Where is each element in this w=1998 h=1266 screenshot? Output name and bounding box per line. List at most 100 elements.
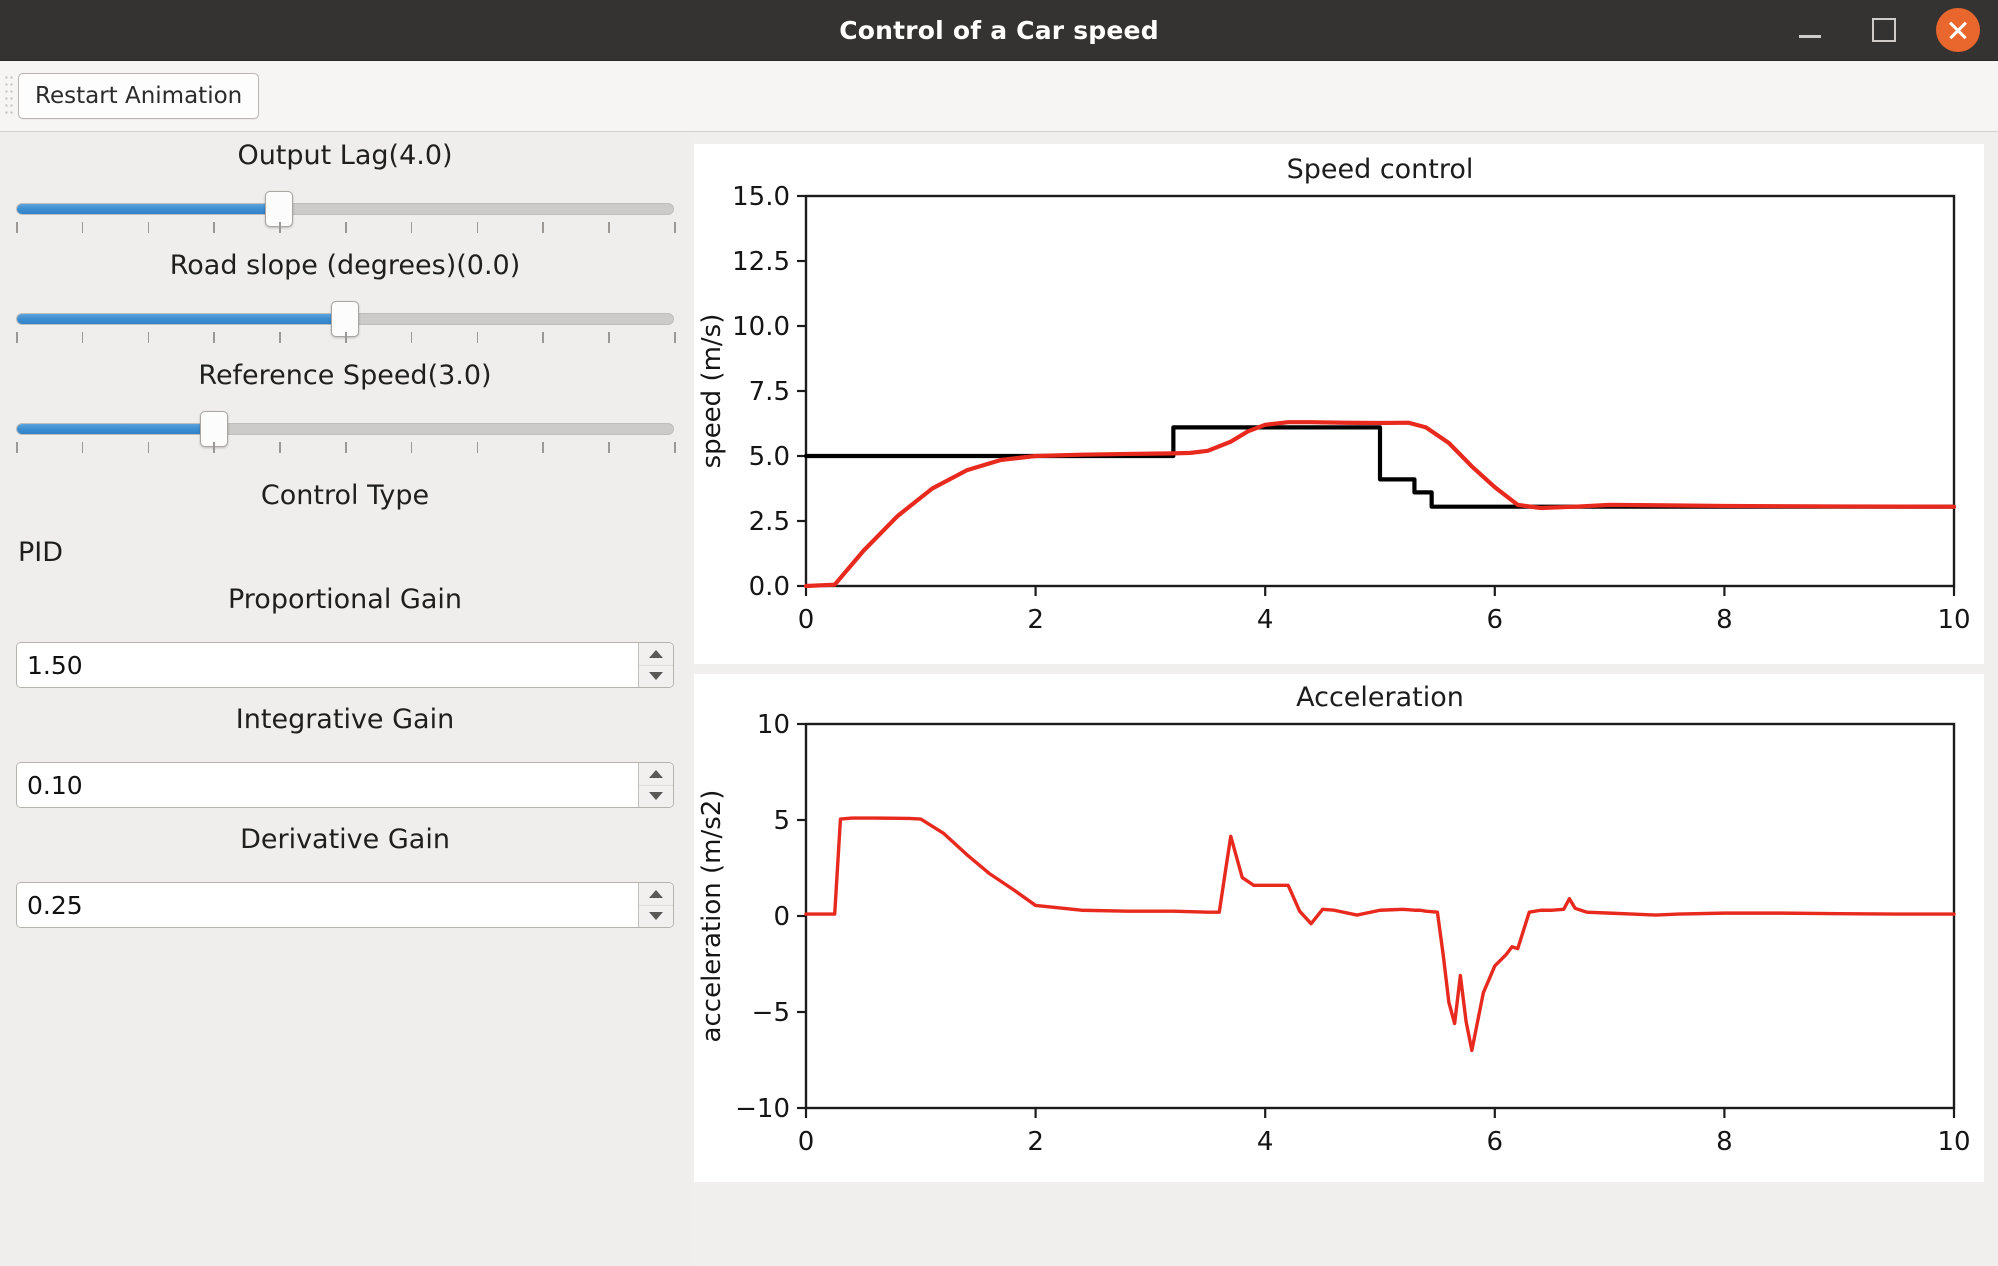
control-type-value[interactable]: PID — [16, 537, 674, 568]
chevron-up-icon — [649, 769, 663, 778]
x-tick-label: 4 — [1257, 1127, 1274, 1157]
proportional-gain-label: Proportional Gain — [227, 584, 463, 615]
integrative-gain-increment-button[interactable] — [639, 763, 673, 786]
derivative-gain-input[interactable]: 0.25 — [17, 883, 638, 927]
integrative-gain-spinbox[interactable]: 0.10 — [16, 762, 674, 808]
series-acceleration — [804, 816, 1956, 1053]
slider-tick — [476, 332, 479, 343]
derivative-gain-stepper — [638, 883, 673, 927]
slider-tick — [16, 332, 18, 343]
derivative-gain-decrement-button[interactable] — [639, 906, 673, 928]
road-slope-track[interactable] — [16, 301, 674, 337]
x-tick-label: 8 — [1716, 1127, 1733, 1157]
x-tick-label: 0 — [798, 1127, 815, 1157]
plot-frame — [804, 722, 1956, 1110]
integrative-gain-decrement-button[interactable] — [639, 786, 673, 808]
acceleration-svg: Acceleration −10 −5 0 5 10 0 2 4 6 8 10 acceleration… — [697, 682, 1971, 1157]
chart-title: Acceleration — [1296, 682, 1464, 713]
plot-panel: Speed control 0.0 2.5 5.0 7.5 10.0 12.5 15.0 0 2 4… — [690, 132, 1998, 1266]
slider-tick — [16, 442, 18, 453]
x-tick-label: 2 — [1027, 605, 1044, 635]
slider-tick — [345, 442, 347, 453]
derivative-gain-spinbox[interactable]: 0.25 — [16, 882, 674, 928]
controls-stack: Output Lag(4.0) Road slope (degrees)(0.0… — [16, 132, 676, 1192]
gain-group-derivative: Derivative Gain 0.25 — [16, 824, 674, 928]
output-lag-ticks — [16, 222, 676, 236]
output-lag-label: Output Lag(4.0) — [237, 140, 453, 171]
road-slope-slider[interactable] — [16, 301, 676, 346]
y-tick-label: −10 — [735, 1094, 790, 1124]
window-title: Control of a Car speed — [839, 15, 1159, 45]
slider-group-road-slope: Road slope (degrees)(0.0) — [16, 250, 676, 346]
toolbar-drag-handle[interactable] — [4, 74, 14, 118]
acceleration-chart[interactable]: Acceleration −10 −5 0 5 10 0 2 4 6 8 10 acceleration… — [694, 674, 1984, 1182]
reference-speed-slider[interactable] — [16, 411, 676, 456]
chevron-down-icon — [649, 672, 663, 681]
slider-tick — [608, 442, 610, 453]
slider-tick — [608, 332, 610, 343]
slider-group-output-lag: Output Lag(4.0) — [16, 140, 676, 236]
speed-control-svg: Speed control 0.0 2.5 5.0 7.5 10.0 12.5 15.0 0 2 4… — [697, 154, 1971, 635]
output-lag-track[interactable] — [16, 191, 674, 227]
title-bar: Control of a Car speed — [0, 0, 1998, 61]
slider-tick — [16, 222, 18, 233]
slider-tick — [476, 222, 479, 233]
reference-speed-ticks — [16, 442, 676, 456]
y-tick-label: 15.0 — [732, 182, 790, 212]
x-tick-label: 10 — [1937, 1127, 1970, 1157]
proportional-gain-spinbox[interactable]: 1.50 — [16, 642, 674, 688]
y-tick-label: 5 — [773, 806, 790, 836]
proportional-gain-decrement-button[interactable] — [639, 666, 673, 688]
close-button[interactable] — [1936, 8, 1980, 52]
slider-tick — [279, 442, 281, 453]
output-lag-fill — [17, 204, 280, 214]
speed-control-chart[interactable]: Speed control 0.0 2.5 5.0 7.5 10.0 12.5 15.0 0 2 4… — [694, 144, 1984, 664]
y-tick-label: 12.5 — [732, 247, 790, 277]
slider-tick — [147, 442, 150, 453]
minimize-icon — [1799, 34, 1821, 38]
x-tick-label: 6 — [1487, 1127, 1504, 1157]
reference-speed-track[interactable] — [16, 411, 674, 447]
gain-group-integrative: Integrative Gain 0.10 — [16, 704, 674, 808]
y-axis-label: acceleration (m/s2) — [697, 790, 727, 1043]
integrative-gain-label: Integrative Gain — [235, 704, 455, 735]
main-content: Output Lag(4.0) Road slope (degrees)(0.0… — [0, 132, 1998, 1266]
derivative-gain-label: Derivative Gain — [240, 824, 450, 855]
slider-tick — [542, 442, 544, 453]
chevron-up-icon — [649, 889, 663, 898]
slider-tick — [410, 442, 413, 453]
reference-speed-label: Reference Speed(3.0) — [198, 360, 492, 391]
x-tick-label: 10 — [1937, 605, 1970, 635]
restart-animation-button[interactable]: Restart Animation — [18, 73, 260, 119]
y-tick-label: 0.0 — [749, 572, 790, 602]
x-tick-label: 0 — [798, 605, 815, 635]
y-tick-label: 0 — [773, 902, 790, 932]
slider-tick — [279, 222, 281, 233]
slider-tick — [279, 332, 281, 343]
slider-tick — [147, 332, 150, 343]
gain-group-proportional: Proportional Gain 1.50 — [16, 584, 674, 688]
slider-tick — [476, 442, 479, 453]
derivative-gain-increment-button[interactable] — [639, 883, 673, 906]
reference-speed-fill — [17, 424, 214, 434]
proportional-gain-input[interactable]: 1.50 — [17, 643, 638, 687]
y-tick-label: 10 — [757, 710, 790, 740]
maximize-icon — [1872, 18, 1896, 42]
proportional-gain-increment-button[interactable] — [639, 643, 673, 666]
y-tick-label: 5.0 — [749, 442, 790, 472]
slider-group-reference-speed: Reference Speed(3.0) — [16, 360, 676, 456]
proportional-gain-stepper — [638, 643, 673, 687]
slider-tick — [608, 222, 610, 233]
window-controls — [1788, 8, 1980, 52]
chart-title: Speed control — [1287, 154, 1474, 185]
maximize-button[interactable] — [1862, 8, 1906, 52]
slider-tick — [410, 222, 413, 233]
integrative-gain-input[interactable]: 0.10 — [17, 763, 638, 807]
output-lag-slider[interactable] — [16, 191, 676, 236]
slider-tick — [674, 222, 676, 233]
control-type-label: Control Type — [260, 480, 430, 511]
minimize-button[interactable] — [1788, 8, 1832, 52]
y-tick-label: −5 — [752, 998, 790, 1028]
close-icon — [1947, 19, 1969, 41]
app-window: Control of a Car speed Restart Animation… — [0, 0, 1998, 1266]
